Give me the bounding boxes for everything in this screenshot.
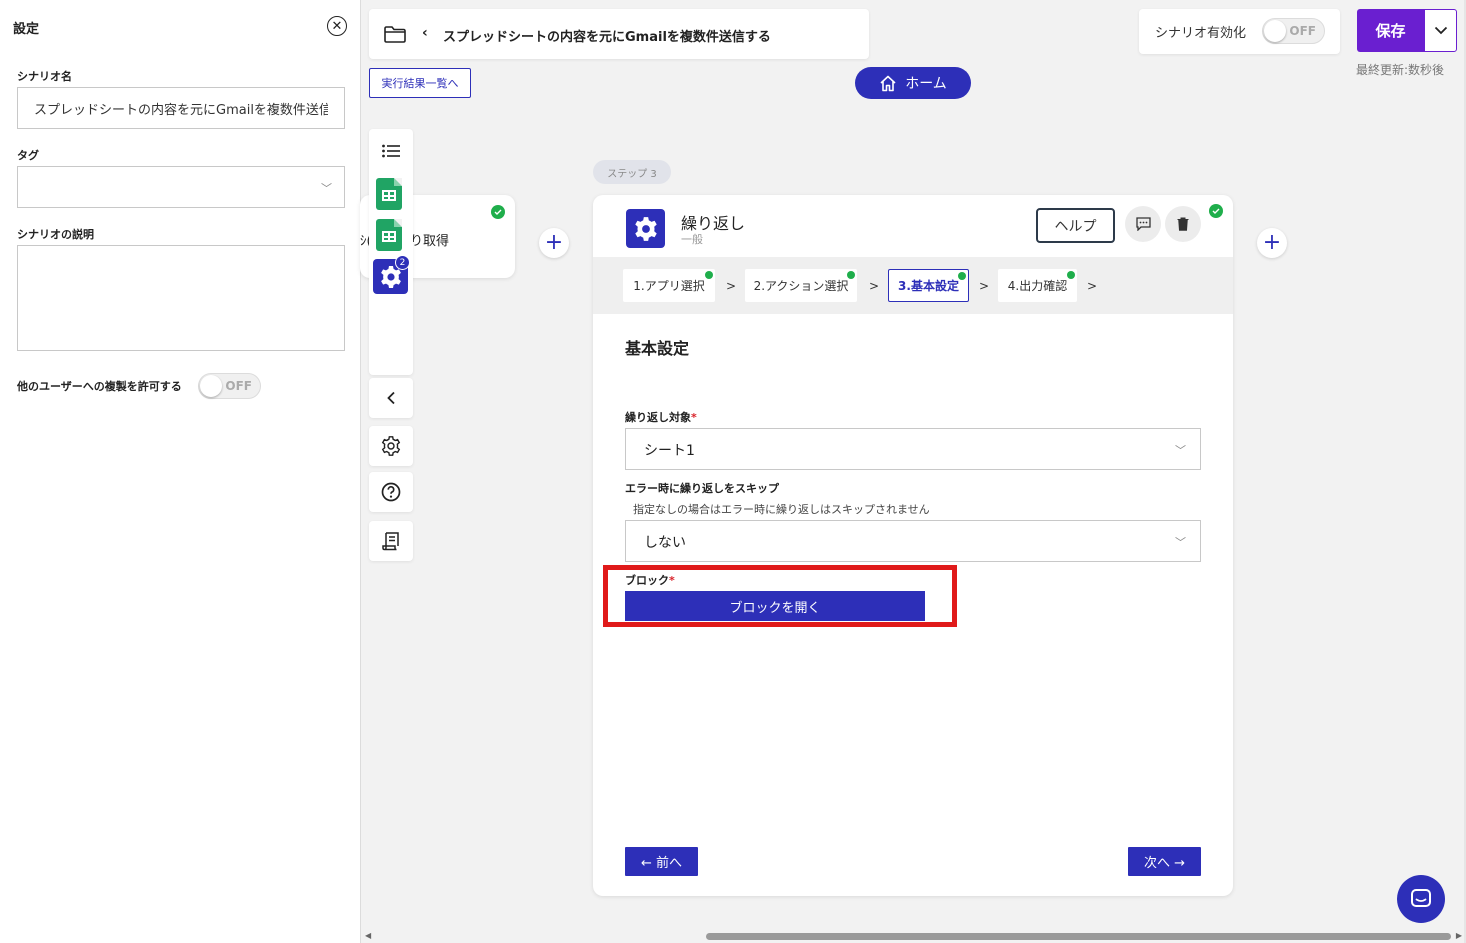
step-progress-bar: 1.アプリ選択 > 2.アクション選択 > 3.基本設定 > 4.出力確認 >: [593, 257, 1233, 314]
block-label: ブロック*: [625, 572, 675, 588]
save-button[interactable]: 保存: [1357, 9, 1424, 52]
check-icon: [491, 205, 505, 219]
tab-label: 1.アプリ選択: [633, 279, 705, 293]
chevron-down-icon: ﹀: [321, 182, 332, 195]
scenario-name-input[interactable]: [17, 87, 345, 129]
loop-target-label-text: 繰り返し対象: [625, 411, 691, 424]
settings-panel: 設定 ✕ シナリオ名 タグ ﹀ シナリオの説明 他のユーザーへの複製を許可する …: [0, 0, 361, 943]
required-mark: *: [669, 574, 675, 587]
log-button[interactable]: [369, 521, 413, 561]
step-card: 繰り返し 一般 ヘルプ 1.アプリ選択 > 2.アクション選択 > 3.基本設定…: [593, 195, 1233, 896]
tag-label: タグ: [17, 149, 39, 162]
tab-basic-settings[interactable]: 3.基本設定: [888, 269, 969, 302]
side-toolbar: [369, 129, 413, 375]
tab-label: 4.出力確認: [1007, 279, 1068, 293]
open-block-button[interactable]: ブロックを開く: [625, 591, 925, 621]
step-count-badge: 2: [395, 255, 410, 270]
gear-icon: [626, 209, 665, 248]
add-step-button[interactable]: +: [539, 228, 569, 258]
scrollbar-thumb[interactable]: [706, 933, 1451, 940]
skip-on-error-label: エラー時に繰り返しをスキップ: [625, 482, 779, 495]
help-button[interactable]: ヘルプ: [1036, 208, 1115, 243]
allow-copy-label: 他のユーザーへの複製を許可する: [17, 380, 182, 393]
save-dropdown-button[interactable]: [1424, 9, 1457, 52]
settings-button[interactable]: [369, 426, 413, 466]
chat-launcher-button[interactable]: [1397, 875, 1445, 923]
check-icon: [705, 271, 713, 279]
prev-node-text: り取得: [410, 234, 450, 249]
chevron-down-icon: [1434, 26, 1447, 35]
comment-button[interactable]: [1125, 206, 1161, 242]
scroll-left-icon[interactable]: ◀: [365, 931, 371, 940]
settings-title: 設定: [13, 22, 40, 37]
folder-icon[interactable]: [384, 26, 406, 43]
section-title: 基本設定: [625, 339, 690, 358]
close-icon[interactable]: ✕: [327, 16, 347, 36]
check-icon: [958, 272, 966, 280]
scroll-document-icon: [382, 532, 399, 551]
scenario-enable-toggle[interactable]: OFF: [1262, 18, 1325, 44]
scenario-title-card: ‹ スプレッドシートの内容を元にGmailを複数件送信する: [369, 9, 869, 59]
chat-icon: [1411, 889, 1431, 907]
check-icon: [847, 271, 855, 279]
skip-on-error-select[interactable]: しない ﹀: [625, 520, 1201, 562]
list-icon[interactable]: [382, 144, 400, 158]
scenario-enable-card: シナリオ有効化 OFF: [1139, 9, 1340, 54]
spreadsheet-icon[interactable]: [376, 178, 402, 210]
gear-icon: [381, 436, 401, 456]
step-subtitle: 一般: [681, 233, 703, 246]
spreadsheet-icon[interactable]: [376, 219, 402, 251]
horizontal-scrollbar[interactable]: ◀ ▶: [361, 930, 1466, 943]
chevron-right-icon: >: [979, 279, 990, 293]
required-mark: *: [691, 411, 697, 424]
chevron-right-icon: >: [869, 279, 880, 293]
scenario-name-label: シナリオ名: [17, 70, 72, 83]
tab-app-select[interactable]: 1.アプリ選択: [623, 269, 715, 302]
delete-button[interactable]: [1165, 206, 1201, 242]
prev-button[interactable]: ← 前へ: [625, 847, 698, 876]
chevron-down-icon: ﹀: [1175, 444, 1186, 457]
loop-target-value: シート1: [644, 443, 695, 459]
chevron-right-icon: >: [726, 279, 737, 293]
scenario-enable-label: シナリオ有効化: [1155, 26, 1247, 41]
block-label-text: ブロック: [625, 574, 669, 587]
toggle-label: OFF: [225, 379, 252, 393]
next-button[interactable]: 次へ →: [1128, 847, 1201, 876]
tab-action-select[interactable]: 2.アクション選択: [745, 269, 857, 302]
tab-label: 3.基本設定: [898, 279, 959, 293]
chevron-left-icon: [387, 391, 395, 405]
skip-on-error-value: しない: [644, 535, 686, 551]
home-button[interactable]: ホーム: [855, 67, 971, 99]
tag-select[interactable]: ﹀: [17, 166, 345, 208]
description-textarea[interactable]: [17, 245, 345, 351]
skip-on-error-hint: 指定なしの場合はエラー時に繰り返しはスキップされません: [633, 503, 930, 516]
check-icon: [1209, 204, 1223, 218]
allow-copy-toggle[interactable]: OFF: [198, 373, 261, 399]
last-update-text: 最終更新:数秒後: [1356, 63, 1445, 77]
results-list-link[interactable]: 実行結果一覧へ: [369, 68, 471, 98]
toggle-knob: [1264, 20, 1286, 42]
home-label: ホーム: [905, 76, 947, 92]
add-step-button[interactable]: +: [1257, 228, 1287, 258]
help-circle-button[interactable]: [369, 472, 413, 512]
step-number-pill: ステップ 3: [593, 160, 671, 184]
trash-icon: [1177, 217, 1189, 231]
loop-target-label: 繰り返し対象*: [625, 409, 697, 425]
comment-icon: [1135, 217, 1151, 231]
home-icon: [880, 75, 896, 91]
loop-target-select[interactable]: シート1 ﹀: [625, 428, 1201, 470]
chevron-down-icon: ﹀: [1175, 536, 1186, 549]
collapse-button[interactable]: [369, 378, 413, 418]
scenario-title: スプレッドシートの内容を元にGmailを複数件送信する: [443, 30, 771, 45]
question-icon: [381, 482, 401, 502]
check-icon: [1067, 271, 1075, 279]
description-label: シナリオの説明: [17, 228, 94, 241]
scroll-right-icon[interactable]: ▶: [1456, 931, 1462, 940]
tab-label: 2.アクション選択: [753, 279, 849, 293]
toggle-knob: [200, 375, 222, 397]
tab-output-check[interactable]: 4.出力確認: [998, 269, 1077, 302]
chevron-right-icon: >: [1087, 279, 1098, 293]
back-chevron-icon[interactable]: ‹: [422, 25, 428, 41]
toggle-label: OFF: [1289, 24, 1316, 38]
